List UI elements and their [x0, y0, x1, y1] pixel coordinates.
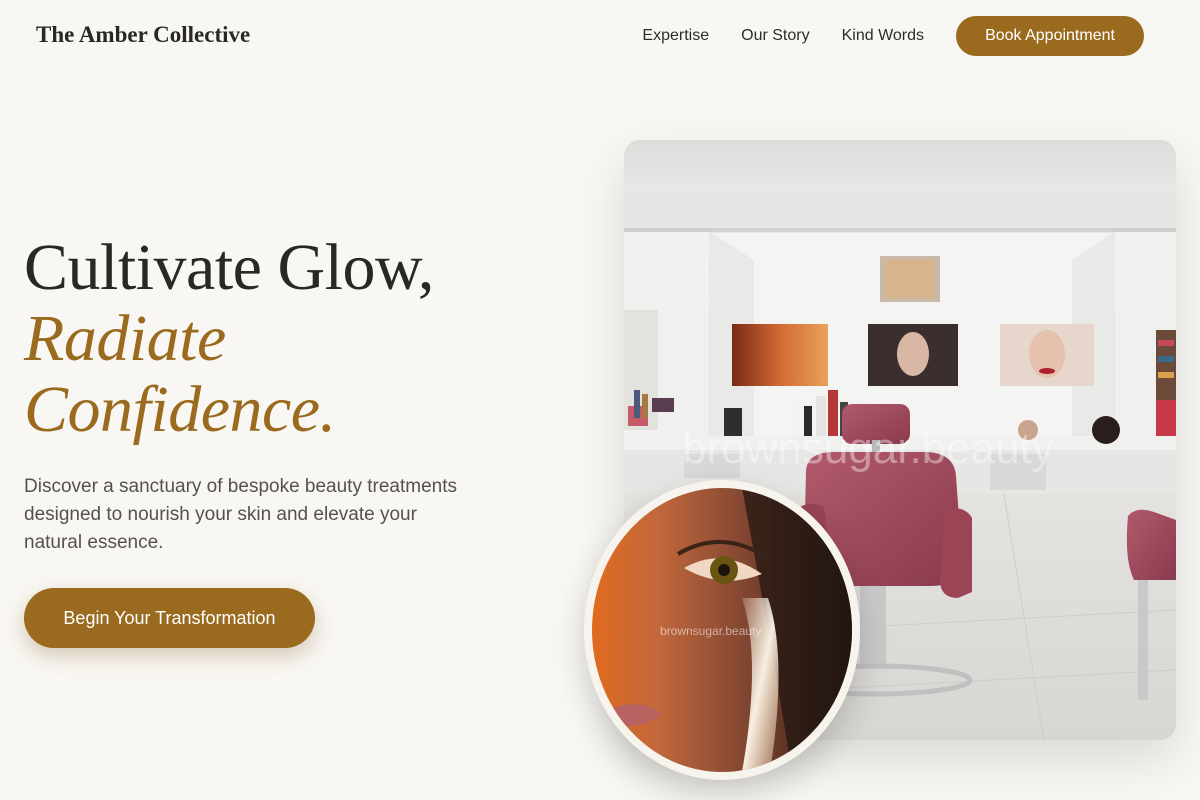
main-nav: Expertise Our Story Kind Words Book Appo…: [642, 16, 1176, 56]
salon-watermark: brownsugar.beauty: [682, 424, 1054, 473]
nav-link-expertise[interactable]: Expertise: [642, 27, 709, 45]
hero-title-accent: Radiate: [24, 302, 226, 375]
site-header: The Amber Collective Expertise Our Story…: [0, 0, 1200, 72]
portrait-image: brownsugar.beauty: [592, 488, 852, 772]
nav-link-our-story[interactable]: Our Story: [741, 27, 809, 45]
hero-subtitle: Discover a sanctuary of bespoke beauty t…: [24, 476, 458, 553]
nav-link-kind-words[interactable]: Kind Words: [842, 27, 924, 45]
hero-title-line: Cultivate Glow,: [24, 231, 434, 304]
portrait-frame: brownsugar.beauty: [584, 480, 860, 780]
brand-logo[interactable]: The Amber Collective: [36, 22, 250, 48]
hero-title: Cultivate Glow, Radiate Confidence.: [24, 232, 544, 445]
book-appointment-button[interactable]: Book Appointment: [956, 16, 1144, 56]
hero-section: Cultivate Glow, Radiate Confidence. Disc…: [24, 232, 544, 557]
hero-title-accent: Confidence.: [24, 373, 336, 446]
begin-transformation-button[interactable]: Begin Your Transformation: [24, 588, 315, 648]
portrait-watermark: brownsugar.beauty: [660, 624, 762, 638]
